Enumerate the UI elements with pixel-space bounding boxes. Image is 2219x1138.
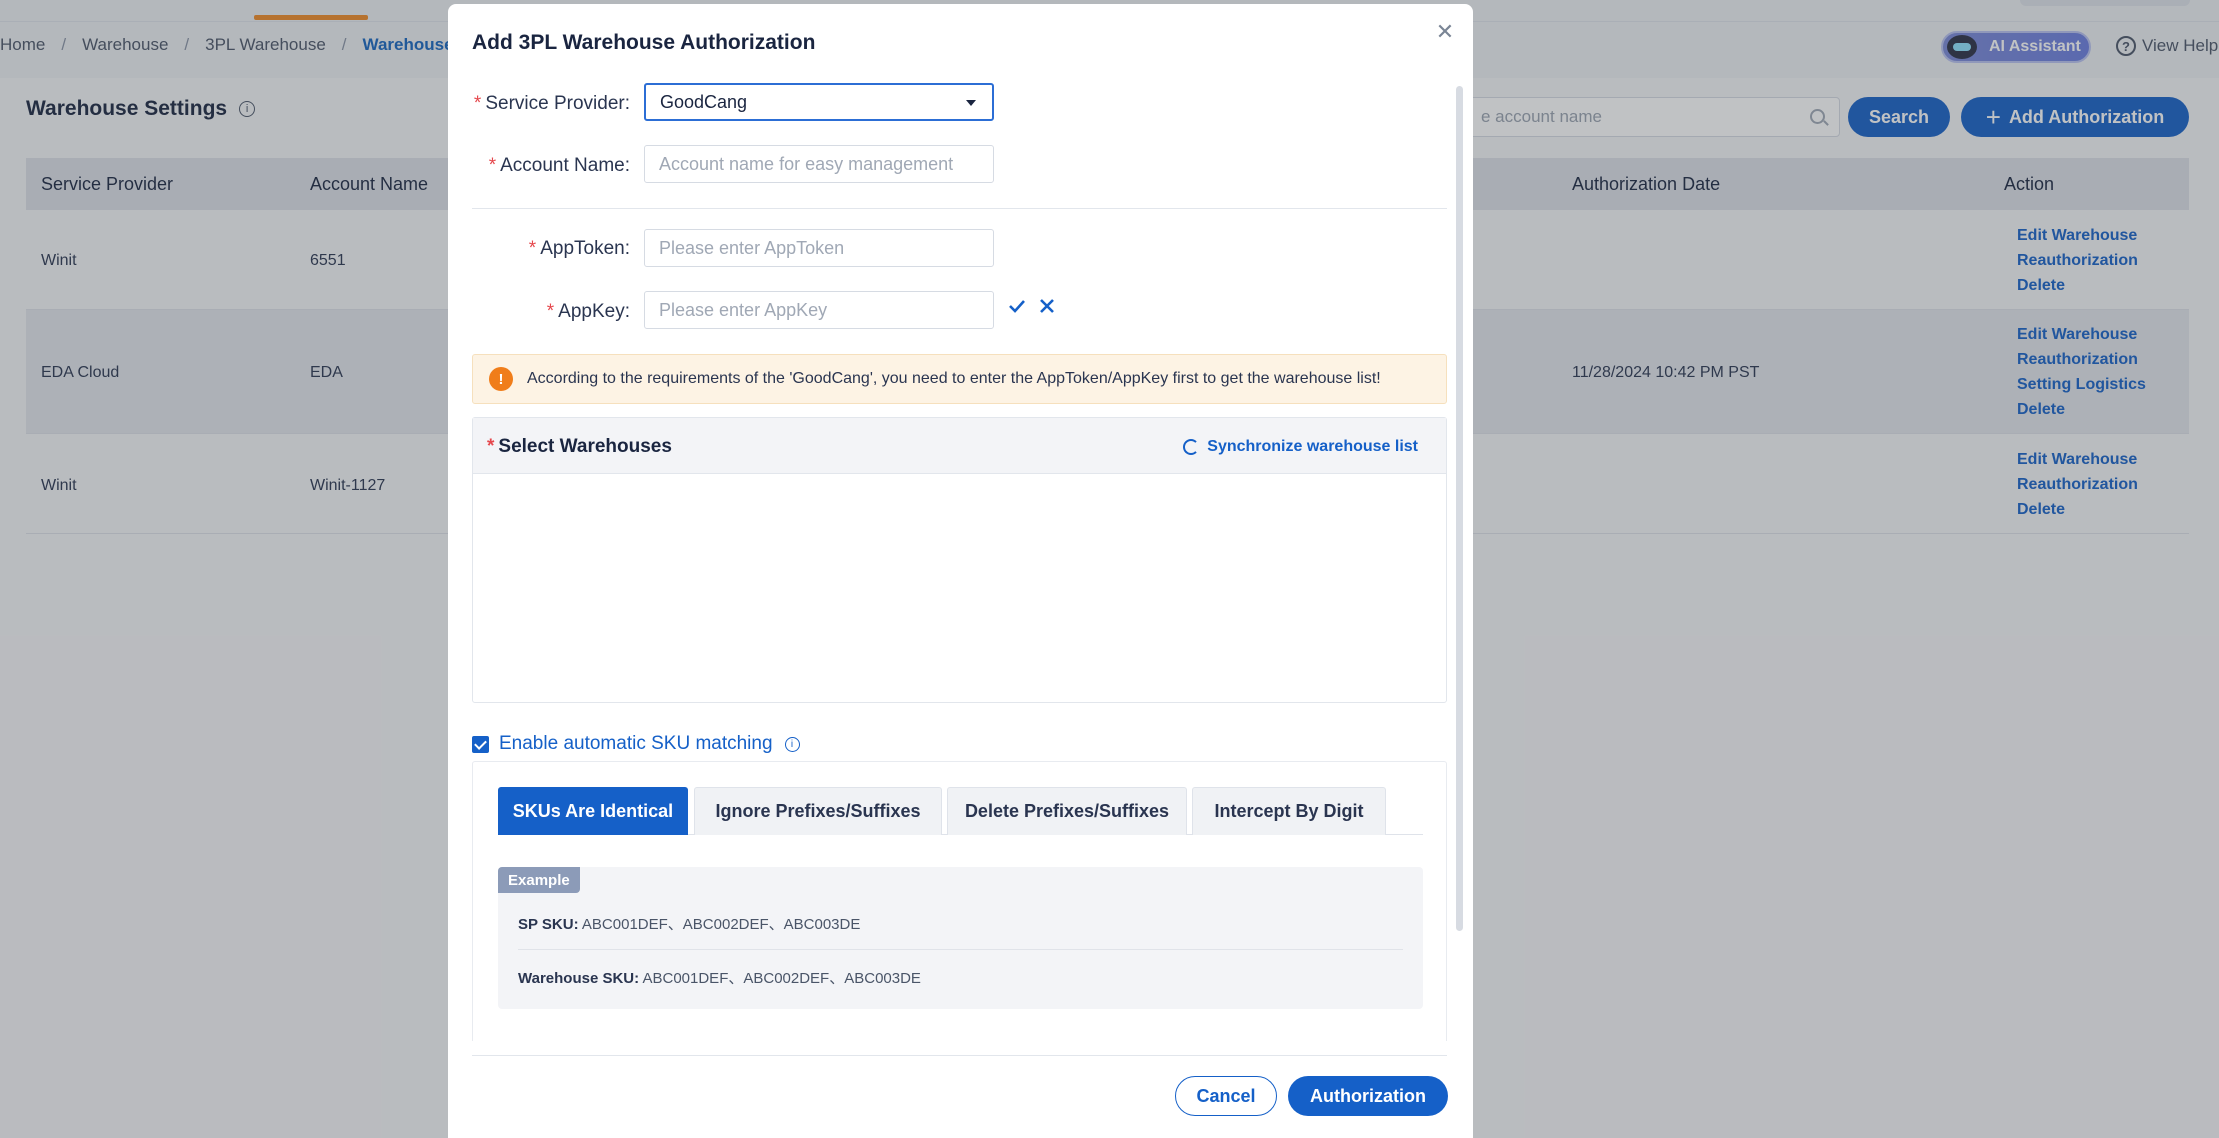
- footer-divider: [472, 1055, 1447, 1056]
- required-marker: *: [487, 436, 495, 457]
- caret-down-icon: [966, 100, 976, 106]
- account-name-input[interactable]: Account name for easy management: [644, 145, 994, 183]
- cancel-x-icon[interactable]: [1038, 297, 1056, 315]
- sku-matching-label: Enable automatic SKU matching: [499, 733, 773, 754]
- sku-rule-tabs: SKUs Are Identical Ignore Prefixes/Suffi…: [498, 787, 1423, 835]
- warning-alert-text: According to the requirements of the 'Go…: [527, 370, 1381, 387]
- appkey-input[interactable]: Please enter AppKey: [644, 291, 994, 329]
- modal-title: Add 3PL Warehouse Authorization: [472, 31, 816, 54]
- select-warehouses-header: * Select Warehouses Synchronize warehouse…: [473, 418, 1446, 474]
- select-warehouses-title: * Select Warehouses: [487, 436, 672, 457]
- appkey-placeholder: Please enter AppKey: [659, 299, 828, 320]
- required-marker: *: [528, 238, 537, 259]
- example-box: Example SP SKU: ABC001DEF、ABC002DEF、ABC0…: [498, 867, 1423, 1009]
- add-authorization-modal: Add 3PL Warehouse Authorization ✕ * Servi…: [448, 4, 1473, 1138]
- example-divider: [518, 949, 1403, 950]
- modal-scrollbar[interactable]: [1456, 86, 1463, 931]
- cancel-button[interactable]: Cancel: [1175, 1076, 1277, 1116]
- tab-delete-prefixes[interactable]: Delete Prefixes/Suffixes: [947, 787, 1187, 835]
- warning-alert: ! According to the requirements of the '…: [472, 354, 1447, 404]
- synchronize-label: Synchronize warehouse list: [1207, 438, 1418, 455]
- refresh-icon: [1183, 439, 1200, 455]
- sp-sku-example: SP SKU: ABC001DEF、ABC002DEF、ABC003DE: [518, 916, 861, 933]
- account-name-label: * Account Name:: [488, 155, 630, 176]
- warning-icon: !: [489, 367, 513, 391]
- synchronize-warehouse-link[interactable]: Synchronize warehouse list: [1183, 438, 1418, 456]
- apptoken-label: * AppToken:: [528, 238, 630, 259]
- tab-skus-identical[interactable]: SKUs Are Identical: [498, 787, 688, 835]
- form-divider: [472, 208, 1447, 209]
- info-icon[interactable]: i: [784, 736, 800, 752]
- confirm-check-icon[interactable]: [1008, 297, 1026, 315]
- sku-matching-panel: SKUs Are Identical Ignore Prefixes/Suffi…: [472, 761, 1447, 1041]
- warehouse-sku-example: Warehouse SKU: ABC001DEF、ABC002DEF、ABC00…: [518, 970, 921, 987]
- close-icon[interactable]: ✕: [1433, 20, 1457, 44]
- apptoken-input[interactable]: Please enter AppToken: [644, 229, 994, 267]
- tab-intercept-digit[interactable]: Intercept By Digit: [1192, 787, 1386, 835]
- checkbox-checked-icon[interactable]: [472, 735, 489, 753]
- required-marker: *: [488, 155, 497, 176]
- select-warehouses-panel: * Select Warehouses Synchronize warehouse…: [472, 417, 1447, 703]
- service-provider-select[interactable]: GoodCang: [644, 83, 994, 121]
- service-provider-label: * Service Provider:: [473, 93, 630, 114]
- tab-ignore-prefixes[interactable]: Ignore Prefixes/Suffixes: [694, 787, 942, 835]
- required-marker: *: [546, 301, 555, 322]
- authorization-button[interactable]: Authorization: [1288, 1076, 1448, 1116]
- account-name-placeholder: Account name for easy management: [659, 153, 954, 174]
- appkey-label: * AppKey:: [546, 301, 630, 322]
- sku-matching-checkbox[interactable]: Enable automatic SKU matching i: [472, 733, 800, 755]
- apptoken-placeholder: Please enter AppToken: [659, 237, 845, 258]
- service-provider-value: GoodCang: [660, 91, 748, 112]
- required-marker: *: [473, 93, 482, 114]
- example-tag: Example: [498, 867, 580, 893]
